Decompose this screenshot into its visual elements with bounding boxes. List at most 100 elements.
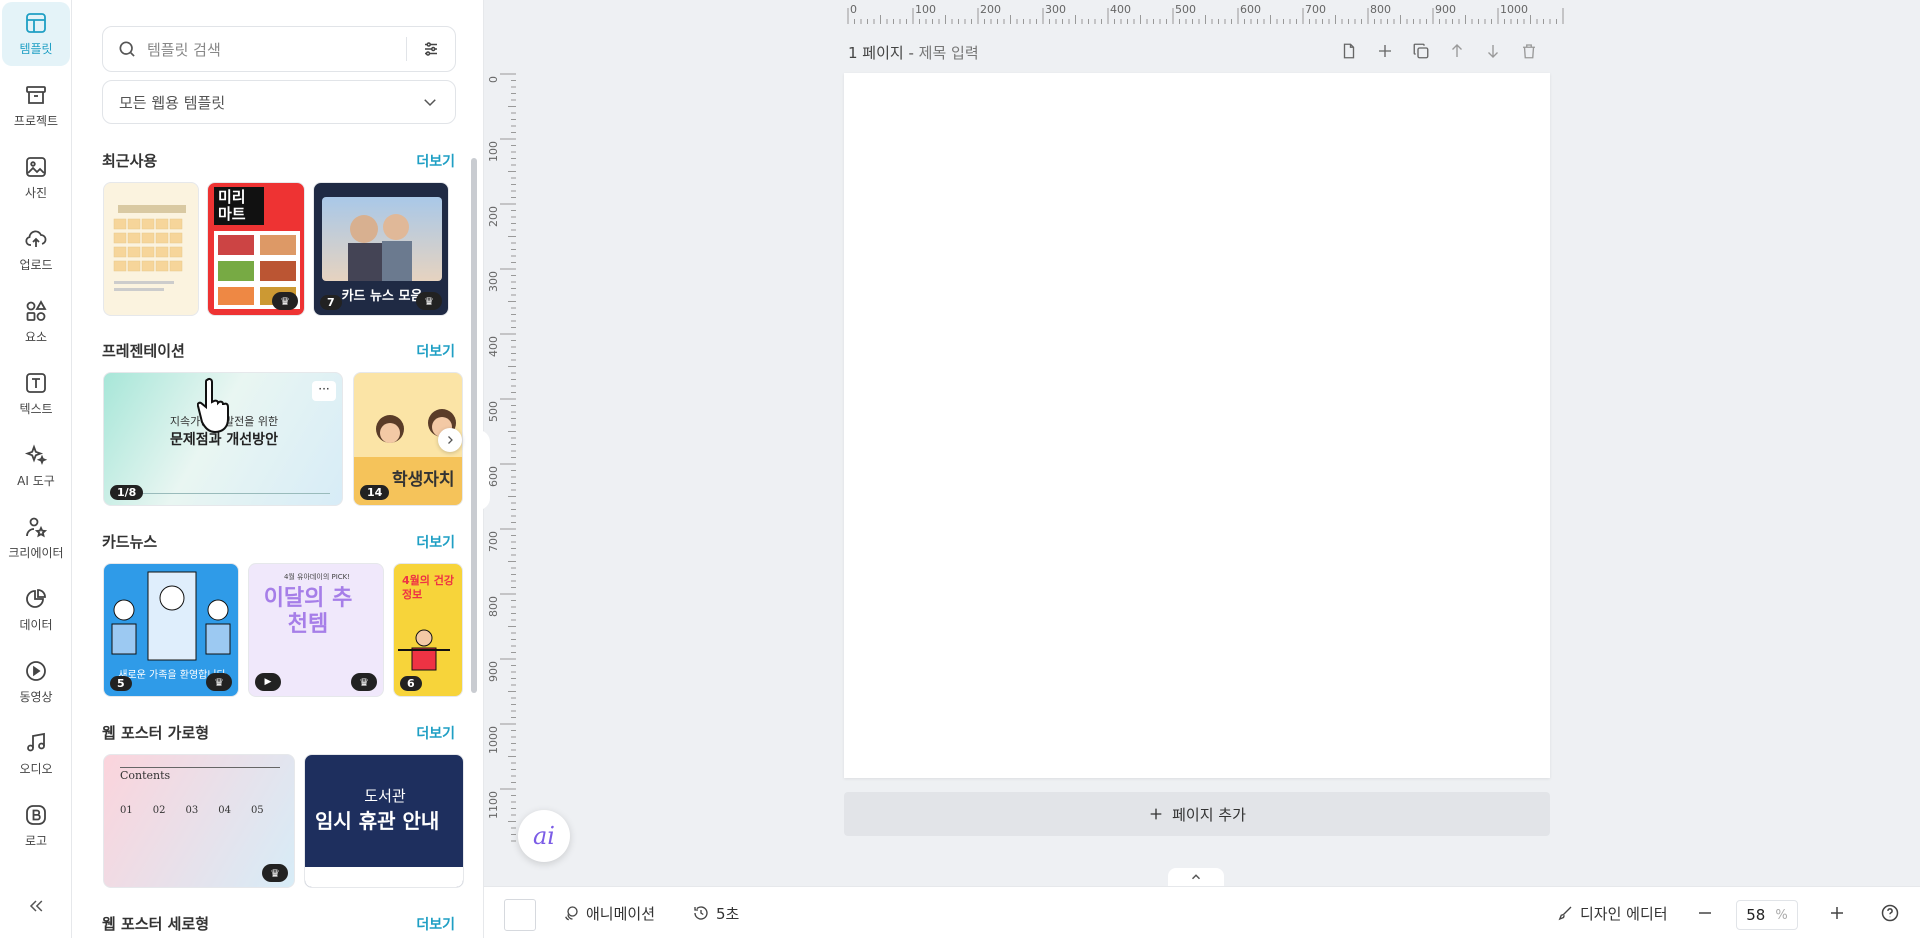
zoom-in-button[interactable] — [1828, 887, 1846, 938]
ai-logo: ai — [533, 822, 555, 850]
ai-tools-icon — [24, 444, 48, 466]
rail-item-data[interactable]: 데이터 — [2, 578, 70, 642]
ai-assistant-button[interactable]: ai — [518, 810, 570, 862]
design-editor-button[interactable]: 디자인 에디터 — [1556, 887, 1668, 938]
select-value: 모든 웹용 템플릿 — [119, 93, 226, 112]
section-title-cardnews: 카드뉴스 — [102, 533, 158, 551]
recent-template-thumb[interactable]: 카드 뉴스 모음 7 ♛ — [313, 182, 449, 316]
zoom-out-button[interactable] — [1696, 887, 1714, 938]
text-icon — [26, 373, 46, 393]
duration-button[interactable]: 5초 — [692, 887, 739, 938]
rail-label: 템플릿 — [19, 42, 53, 56]
design-canvas[interactable] — [844, 73, 1550, 778]
contents-number: 03 — [185, 805, 199, 816]
template-panel: 템플릿 검색 모든 웹용 템플릿 최근사용 더보기 미리 마트 ♛ 카드 뉴스 … — [72, 0, 484, 938]
see-more-web-poster-portrait[interactable]: 더보기 — [416, 914, 455, 934]
page-count-badge: 1/8 — [110, 485, 144, 500]
more-options-icon[interactable]: ··· — [312, 381, 336, 401]
move-page-up-button[interactable] — [1446, 40, 1468, 62]
contents-number: 04 — [218, 805, 231, 816]
rail-item-text[interactable]: 텍스트 — [2, 362, 70, 426]
poster-template-thumb[interactable]: Contents 01 02 03 04 05 ♛ — [103, 754, 295, 888]
add-page-bar-button[interactable]: 페이지 추가 — [844, 792, 1550, 836]
rail-label: 텍스트 — [19, 402, 53, 416]
zoom-input[interactable]: 58 % — [1736, 900, 1798, 930]
see-more-cardnews[interactable]: 더보기 — [416, 532, 455, 552]
chevron-down-icon — [424, 99, 436, 107]
panel-scrollbar[interactable] — [471, 158, 477, 693]
brush-icon — [1558, 906, 1572, 921]
add-page-button[interactable] — [1374, 40, 1396, 62]
rail-item-template[interactable]: 템플릿 — [2, 2, 70, 66]
rail-label: 동영상 — [19, 690, 53, 704]
left-rail: 템플릿 프로젝트 사진 업로드 요소 텍스트 AI 도구 크리에이터 데이터 동… — [0, 0, 72, 938]
filter-button[interactable] — [407, 40, 455, 58]
recent-template-thumb[interactable]: 미리 마트 ♛ — [207, 182, 305, 316]
page-separator: - — [903, 44, 919, 62]
trash-icon — [1523, 44, 1535, 59]
page-title-input[interactable]: 제목 입력 — [919, 44, 979, 62]
ruler-label: 900 — [487, 661, 500, 682]
rail-item-elements[interactable]: 요소 — [2, 290, 70, 354]
rail-label: 사진 — [24, 186, 48, 200]
see-more-web-poster-landscape[interactable]: 더보기 — [416, 723, 455, 743]
carousel-next-button[interactable] — [438, 428, 462, 452]
see-more-presentation[interactable]: 더보기 — [416, 341, 455, 361]
photo-icon — [26, 157, 46, 177]
ruler-top: 0 100 200 300 400 500 600 700 800 900 1000 1100 — [847, 3, 1566, 24]
rail-item-video[interactable]: 동영상 — [2, 650, 70, 714]
zoom-unit: % — [1775, 907, 1788, 923]
template-icon — [26, 13, 46, 33]
animation-button[interactable]: 애니메이션 — [562, 887, 655, 938]
ruler-label: 900 — [1435, 3, 1456, 16]
delete-page-button[interactable] — [1518, 40, 1540, 62]
rail-item-audio[interactable]: 오디오 — [2, 722, 70, 786]
ruler-label: 100 — [915, 3, 936, 16]
rail-item-project[interactable]: 프로젝트 — [2, 74, 70, 138]
upload-icon — [25, 230, 47, 247]
cardnews-template-thumb[interactable]: 4월의 건강정보 6 — [393, 563, 463, 697]
plus-icon — [1379, 45, 1391, 57]
rail-item-creator[interactable]: 크리에이터 — [2, 506, 70, 570]
rail-item-logo[interactable]: 로고 — [2, 794, 70, 858]
new-page-button[interactable] — [1338, 40, 1360, 62]
template-filter-select[interactable]: 모든 웹용 템플릿 — [102, 80, 456, 124]
data-icon — [26, 589, 46, 608]
minus-icon — [1699, 912, 1711, 914]
rail-item-photo[interactable]: 사진 — [2, 146, 70, 210]
rail-label: 프로젝트 — [13, 114, 59, 128]
thumb-rule — [120, 767, 280, 768]
plus-icon — [1831, 907, 1843, 919]
page-count-badge: 5 — [110, 676, 132, 691]
thumb-title: 이달의 추천템 — [263, 586, 353, 637]
duplicate-page-button[interactable] — [1410, 40, 1432, 62]
help-button[interactable] — [1880, 887, 1900, 938]
collapse-rail-button[interactable] — [20, 890, 52, 922]
cardnews-template-thumb[interactable]: 4월 유아데이의 PICK! 이달의 추천템 ▶ ♛ — [248, 563, 384, 697]
ruler-label: 100 — [487, 141, 500, 162]
poster-template-thumb[interactable]: 도서관 임시 휴관 안내 — [304, 754, 464, 888]
ruler-label: 1100 — [487, 791, 500, 819]
search-input[interactable]: 템플릿 검색 — [147, 39, 406, 60]
rail-item-ai-tools[interactable]: AI 도구 — [2, 434, 70, 498]
ruler-label: 500 — [1175, 3, 1196, 16]
template-search[interactable]: 템플릿 검색 — [102, 26, 456, 72]
see-more-recent[interactable]: 더보기 — [416, 151, 455, 171]
bottom-toolbar: 애니메이션 5초 디자인 에디터 58 % — [484, 886, 1920, 938]
rail-item-upload[interactable]: 업로드 — [2, 218, 70, 282]
ruler-label: 1000 — [1500, 3, 1528, 16]
page-header: 1 페이지 - 제목 입력 — [848, 42, 979, 63]
add-page-label: 페이지 추가 — [1172, 805, 1246, 824]
timer-icon — [694, 906, 708, 920]
recent-template-thumb[interactable] — [103, 182, 199, 316]
background-color-swatch[interactable] — [504, 899, 536, 931]
ruler-label: 1000 — [487, 726, 500, 754]
section-title-recent: 최근사용 — [102, 152, 158, 170]
move-page-down-button[interactable] — [1482, 40, 1504, 62]
search-icon — [119, 41, 135, 57]
animation-icon — [565, 906, 578, 921]
expand-pages-tab[interactable] — [1168, 868, 1224, 886]
cardnews-template-thumb[interactable]: 새로운 가족을 환영합니다 5 ♛ — [103, 563, 239, 697]
ruler-label: 0 — [850, 3, 857, 16]
ruler-label: 600 — [1240, 3, 1261, 16]
